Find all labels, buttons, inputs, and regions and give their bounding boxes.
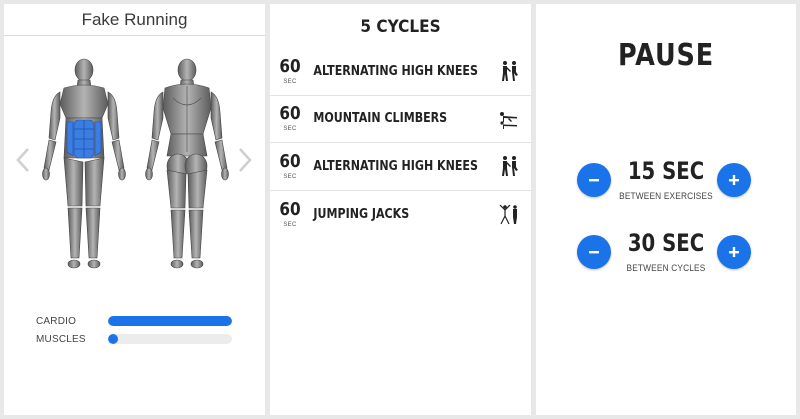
exercise-duration: 60 SEC: [270, 55, 310, 85]
exercise-name: JUMPING JACKS: [313, 206, 410, 222]
exercise-pause-value: 15 SEC: [627, 157, 705, 185]
chevron-left-icon: [16, 148, 29, 172]
stat-bar-fill: [108, 316, 232, 326]
increase-exercise-pause-button[interactable]: [717, 163, 751, 197]
decrease-exercise-pause-button[interactable]: [577, 163, 611, 197]
plus-icon: [729, 175, 739, 185]
exercise-list: 60 SEC ALTERNATING HIGH KNEES 60 SEC MOU…: [270, 48, 531, 238]
exercise-duration: 60 SEC: [270, 198, 310, 228]
workout-panel: Fake Running CARDIO MUSCLES: [4, 4, 265, 415]
duration-value: 60: [279, 55, 301, 77]
jumping-jacks-icon: [499, 204, 517, 225]
pause-between-cycles-control: 30 SEC BETWEEN CYCLES: [536, 228, 796, 288]
stat-row-muscles: MUSCLES: [36, 332, 236, 346]
increase-cycle-pause-button[interactable]: [717, 235, 751, 269]
cycle-pause-value: 30 SEC: [627, 229, 705, 257]
body-back-figure: [145, 58, 229, 269]
exercise-row[interactable]: 60 SEC ALTERNATING HIGH KNEES: [270, 143, 531, 191]
exercise-list-panel: 5 CYCLES 60 SEC ALTERNATING HIGH KNEES 6…: [270, 4, 531, 415]
exercise-name: MOUNTAIN CLIMBERS: [313, 111, 448, 127]
duration-value: 60: [279, 198, 301, 220]
duration-unit: SEC: [283, 126, 297, 133]
pause-between-exercises-control: 15 SEC BETWEEN EXERCISES: [536, 156, 796, 216]
stat-row-cardio: CARDIO: [36, 314, 236, 328]
stat-bar-track: [108, 334, 232, 344]
minus-icon: [589, 251, 599, 254]
high-knees-icon: [502, 156, 518, 177]
duration-value: 60: [279, 103, 301, 125]
cycle-pause-label: BETWEEN CYCLES: [626, 263, 706, 273]
pause-panel: PAUSE 15 SEC BETWEEN EXERCISES 30 SEC BE…: [536, 4, 796, 415]
duration-unit: SEC: [283, 221, 297, 228]
plus-icon: [729, 247, 739, 257]
decrease-cycle-pause-button[interactable]: [577, 235, 611, 269]
minus-icon: [589, 179, 599, 182]
exercise-row[interactable]: 60 SEC MOUNTAIN CLIMBERS: [270, 96, 531, 143]
mountain-climbers-icon: [500, 111, 517, 129]
workout-title: Fake Running: [4, 4, 265, 36]
exercise-row[interactable]: 60 SEC ALTERNATING HIGH KNEES: [270, 48, 531, 96]
stat-label: CARDIO: [36, 315, 77, 327]
next-arrow-button[interactable]: [234, 144, 256, 176]
high-knees-icon: [502, 61, 518, 82]
duration-unit: SEC: [283, 78, 297, 85]
stat-bar-fill: [108, 334, 118, 344]
exercise-pause-label: BETWEEN EXERCISES: [619, 191, 713, 201]
exercise-duration: 60 SEC: [270, 103, 310, 133]
exercise-duration: 60 SEC: [270, 150, 310, 180]
exercise-name: ALTERNATING HIGH KNEES: [313, 63, 478, 79]
exercise-name: ALTERNATING HIGH KNEES: [313, 158, 478, 174]
duration-value: 60: [279, 150, 301, 172]
stat-bar-track: [108, 316, 232, 326]
stat-label: MUSCLES: [36, 333, 86, 345]
cycles-title: 5 CYCLES: [360, 17, 441, 37]
pause-title: PAUSE: [617, 38, 715, 73]
chevron-right-icon: [239, 148, 252, 172]
duration-unit: SEC: [283, 173, 297, 180]
exercise-row[interactable]: 60 SEC JUMPING JACKS: [270, 191, 531, 239]
body-front-figure: [42, 58, 126, 269]
previous-arrow-button[interactable]: [12, 144, 34, 176]
